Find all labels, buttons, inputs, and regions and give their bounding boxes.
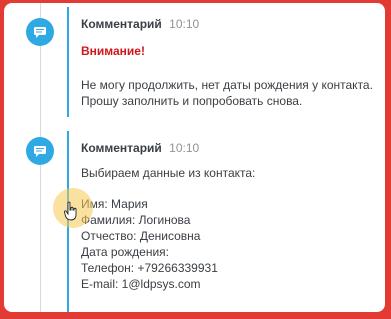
activity-feed: Комментарий 10:10 Внимание! Не могу прод… (4, 3, 385, 312)
entry-header: Комментарий 10:10 (81, 141, 199, 155)
entry-time: 10:10 (169, 17, 200, 31)
field-last-name: Фамилия: Логинова (81, 213, 191, 227)
entry-header: Комментарий 10:10 (81, 17, 199, 31)
entry-time: 10:10 (169, 141, 200, 155)
entry-body: Внимание! Не могу продолжить, нет даты р… (81, 43, 373, 109)
entry-author: Комментарий (81, 141, 162, 155)
entry-body: Выбираем данные из контакта: Имя: Мария … (81, 165, 255, 292)
entry-author: Комментарий (81, 17, 162, 31)
entry-accent-bar (67, 7, 69, 117)
field-birth-date: Дата рождения: (81, 245, 169, 259)
hand-pointer-icon (64, 201, 78, 226)
field-patronymic: Отчество: Денисовна (81, 229, 201, 243)
field-phone: Телефон: +79266339931 (81, 261, 218, 275)
intro-line: Выбираем данные из контакта: (81, 166, 256, 180)
message-line: Прошу заполнить и попробовать снова. (81, 94, 303, 108)
warning-label: Внимание! (81, 44, 145, 58)
comment-icon (26, 137, 54, 165)
field-first-name: Имя: Мария (81, 197, 148, 211)
comment-icon (26, 18, 54, 46)
message-line: Не могу продолжить, нет даты рождения у … (81, 78, 373, 92)
field-email: E-mail: 1@ldpsys.com (81, 277, 201, 291)
comment-entry: Комментарий 10:10 Внимание! Не могу прод… (4, 3, 385, 121)
